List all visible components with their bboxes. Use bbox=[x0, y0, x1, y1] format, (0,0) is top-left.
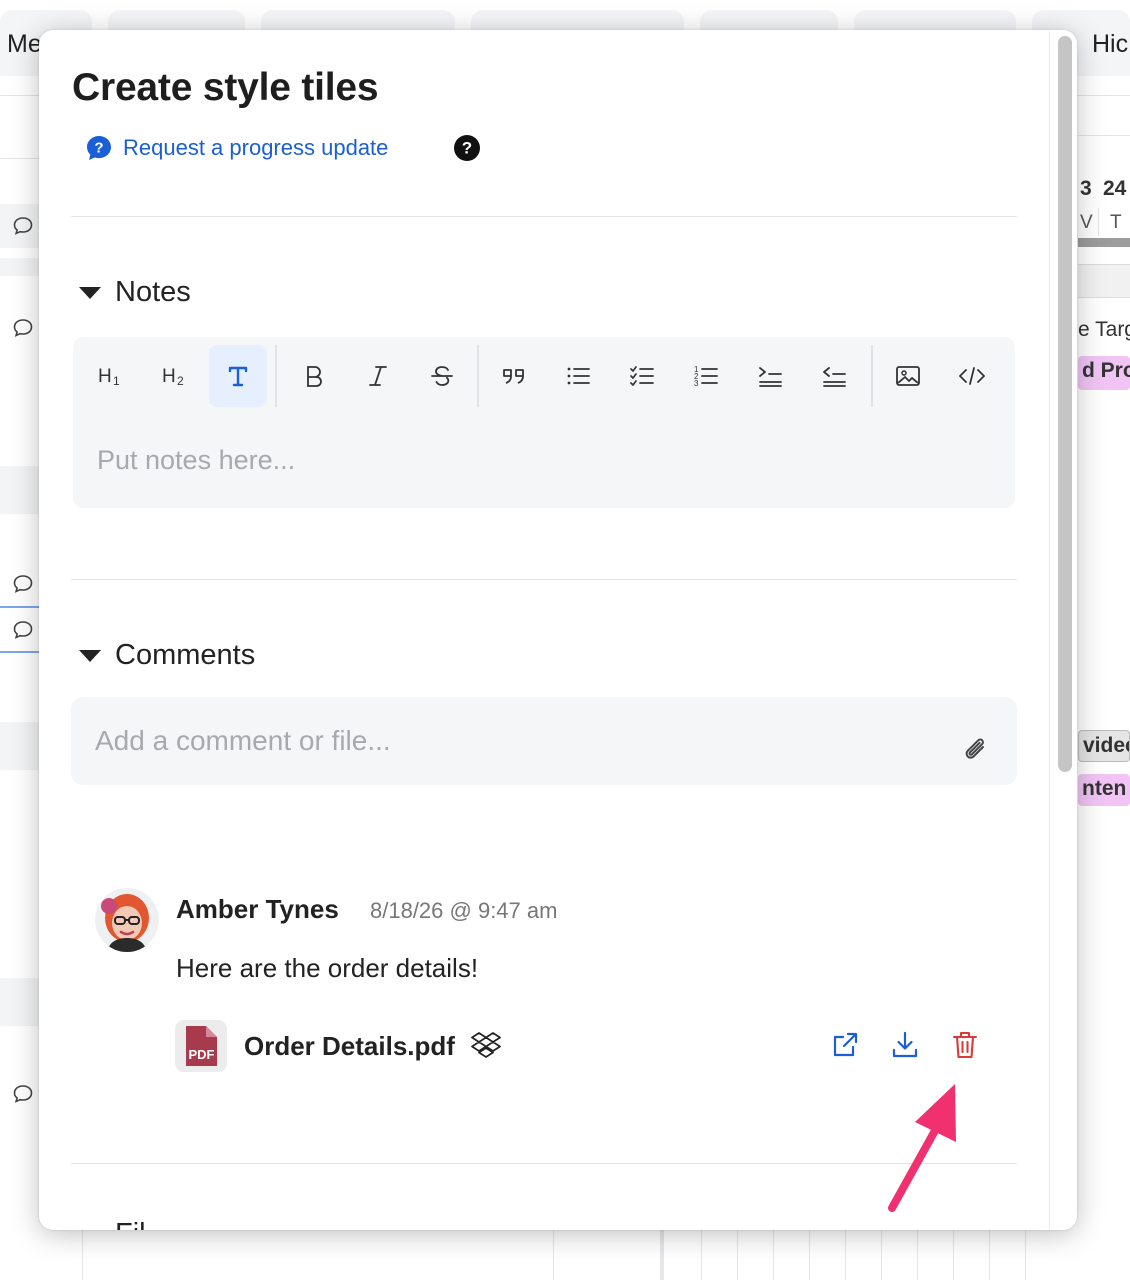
avatar bbox=[95, 888, 159, 952]
open-external-icon[interactable] bbox=[829, 1029, 861, 1061]
comment-text: Here are the order details! bbox=[176, 953, 479, 983]
strikethrough-button[interactable] bbox=[413, 345, 471, 407]
caret-down-icon bbox=[79, 286, 101, 299]
help-icon[interactable]: ? bbox=[453, 134, 481, 162]
svg-text:1: 1 bbox=[113, 374, 120, 388]
quote-button[interactable] bbox=[485, 345, 543, 407]
numbered-list-icon: 123 bbox=[694, 365, 718, 388]
download-icon[interactable] bbox=[889, 1029, 921, 1061]
bullet-list-button[interactable] bbox=[549, 345, 607, 407]
checklist-icon bbox=[630, 366, 654, 386]
timeline-task-bar[interactable]: videc bbox=[1078, 730, 1130, 762]
timeline-task-bar[interactable]: nten bbox=[1078, 774, 1130, 806]
quote-icon bbox=[503, 369, 524, 384]
checklist-button[interactable] bbox=[613, 345, 671, 407]
divider bbox=[71, 216, 1017, 217]
timeline-day: V bbox=[1080, 212, 1093, 233]
comment-bubble-icon[interactable] bbox=[11, 316, 35, 340]
text-button[interactable] bbox=[209, 345, 267, 407]
strikethrough-icon bbox=[431, 366, 453, 386]
heading2-icon: H2 bbox=[162, 366, 184, 388]
timeline-row-label: e Targ bbox=[1078, 318, 1130, 341]
code-button[interactable] bbox=[943, 345, 1001, 407]
bg-tab-label: Hic bbox=[1092, 30, 1129, 58]
divider bbox=[71, 1163, 1017, 1164]
attachment-file-name[interactable]: Order Details.pdf bbox=[244, 1031, 455, 1062]
files-section-label[interactable]: Fil bbox=[115, 1218, 146, 1230]
timeline-date: 24 bbox=[1103, 177, 1127, 200]
timeline-task-bar[interactable]: d Pro bbox=[1078, 356, 1130, 390]
svg-text:?: ? bbox=[94, 140, 103, 157]
timeline-date: 3 bbox=[1080, 177, 1092, 200]
notes-input[interactable] bbox=[97, 445, 977, 476]
comments-section-label: Comments bbox=[115, 639, 256, 671]
timeline-day: T bbox=[1110, 212, 1122, 233]
notes-section-label: Notes bbox=[115, 276, 191, 308]
svg-text:?: ? bbox=[462, 139, 472, 158]
comment-bubble-icon[interactable] bbox=[11, 572, 35, 596]
numbered-list-button[interactable]: 123 bbox=[677, 345, 735, 407]
delete-trash-icon[interactable] bbox=[949, 1029, 981, 1061]
comment-composer bbox=[71, 697, 1017, 785]
scrollbar-thumb[interactable] bbox=[1058, 36, 1072, 772]
bold-icon bbox=[307, 366, 322, 387]
pdf-file-icon: PDF bbox=[175, 1020, 227, 1072]
comment-bubble-icon[interactable] bbox=[11, 1082, 35, 1106]
italic-button[interactable] bbox=[349, 345, 407, 407]
indent-icon bbox=[759, 367, 782, 387]
svg-text:H: H bbox=[162, 366, 176, 387]
outdent-button[interactable] bbox=[805, 345, 863, 407]
image-icon bbox=[896, 366, 920, 386]
outdent-icon bbox=[823, 367, 846, 387]
caret-down-icon bbox=[79, 649, 101, 662]
comment-timestamp: 8/18/26 @ 9:47 am bbox=[370, 898, 558, 923]
code-icon bbox=[959, 367, 985, 385]
heading2-button[interactable]: H2 bbox=[145, 345, 203, 407]
annotation-arrow-icon bbox=[888, 1084, 956, 1212]
heading1-icon: H1 bbox=[98, 366, 120, 388]
bg-tab-label: Me bbox=[7, 30, 42, 58]
file-type-label: PDF bbox=[189, 1047, 215, 1062]
question-chat-icon: ? bbox=[87, 136, 111, 160]
svg-text:2: 2 bbox=[177, 374, 184, 388]
svg-text:H: H bbox=[98, 366, 112, 387]
task-title[interactable]: Create style tiles bbox=[72, 66, 379, 110]
paperclip-icon[interactable] bbox=[961, 735, 991, 765]
comment-bubble-icon[interactable] bbox=[11, 214, 35, 238]
request-progress-update-link[interactable]: ? Request a progress update bbox=[85, 134, 388, 162]
svg-text:3: 3 bbox=[694, 379, 699, 388]
comment-input[interactable] bbox=[95, 725, 935, 757]
comment-author: Amber Tynes bbox=[176, 894, 339, 924]
request-progress-update-label: Request a progress update bbox=[123, 135, 389, 160]
bullet-list-icon bbox=[567, 367, 590, 385]
notes-section-toggle[interactable]: Notes bbox=[79, 276, 191, 309]
heading1-button[interactable]: H1 bbox=[81, 345, 139, 407]
divider bbox=[71, 579, 1017, 580]
indent-button[interactable] bbox=[741, 345, 799, 407]
dropbox-icon bbox=[471, 1032, 501, 1058]
task-detail-modal: Create style tiles ? Request a progress … bbox=[39, 30, 1077, 1230]
italic-icon bbox=[369, 366, 387, 386]
comments-section-toggle[interactable]: Comments bbox=[79, 639, 255, 672]
text-icon bbox=[228, 366, 248, 387]
insert-image-button[interactable] bbox=[879, 345, 937, 407]
bold-button[interactable] bbox=[285, 345, 343, 407]
scrollbar[interactable] bbox=[1049, 30, 1077, 1230]
notes-editor: H1 H2 123 bbox=[73, 337, 1015, 508]
comment-bubble-icon[interactable] bbox=[11, 618, 35, 642]
